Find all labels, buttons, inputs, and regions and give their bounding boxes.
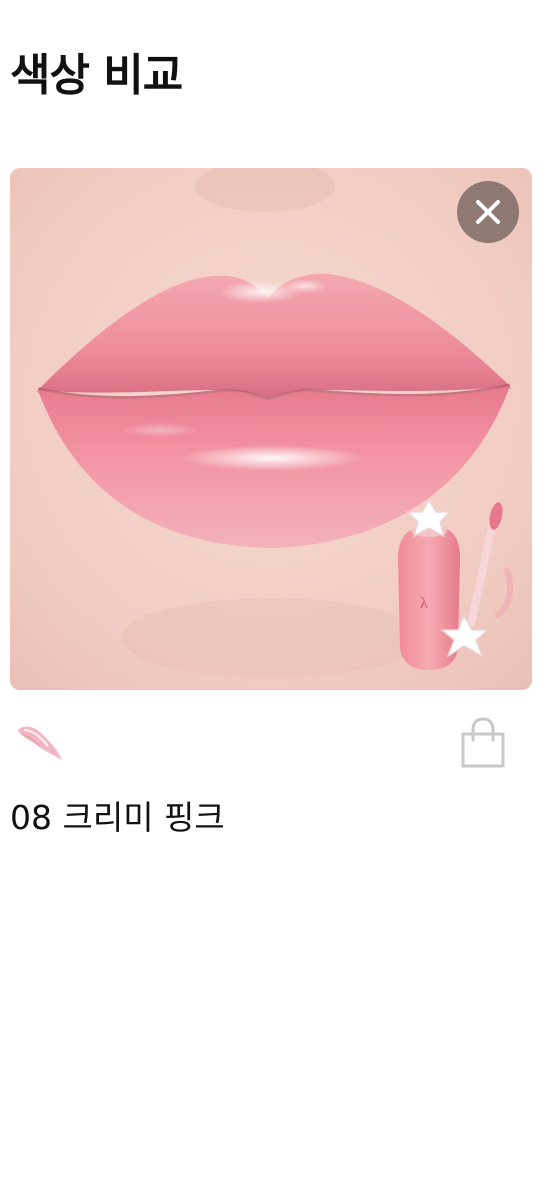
- close-button[interactable]: [457, 181, 519, 243]
- page-title: 색상 비교: [10, 50, 183, 101]
- product-lip-image: λ: [10, 168, 532, 690]
- texture-swatch-icon: [12, 720, 68, 764]
- shade-name: 08 크리미 핑크: [10, 798, 225, 837]
- shopping-bag-icon[interactable]: [456, 716, 510, 770]
- svg-text:λ: λ: [420, 595, 428, 612]
- close-icon: [476, 200, 500, 224]
